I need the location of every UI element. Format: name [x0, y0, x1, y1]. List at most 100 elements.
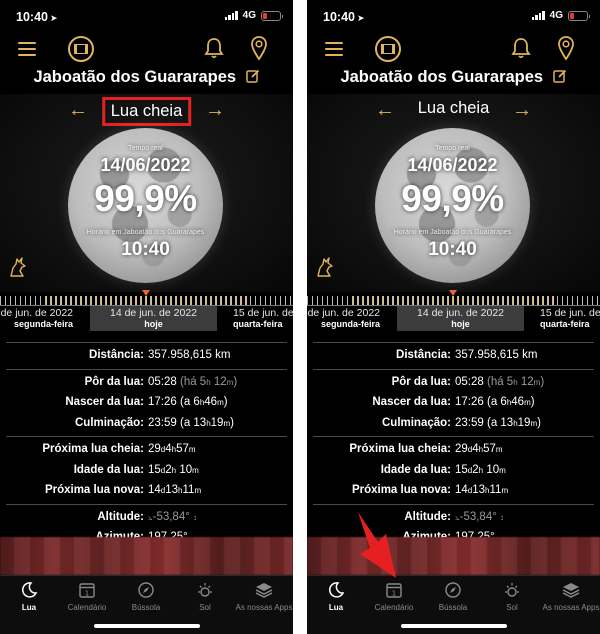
- menu-icon[interactable]: [325, 42, 343, 56]
- divider: [6, 342, 287, 343]
- menu-icon[interactable]: [18, 42, 36, 56]
- red-pointer-arrow-icon: [356, 510, 398, 585]
- next-arrow-icon[interactable]: →: [512, 100, 532, 120]
- tab-label: Sol: [506, 603, 518, 612]
- timeline-ticks-highlight: [46, 296, 251, 305]
- sun-icon: [483, 580, 541, 600]
- tab-our-apps[interactable]: As nossas Apps: [235, 580, 293, 612]
- tab-sun[interactable]: Sol: [176, 580, 234, 612]
- status-time: 10:40 ➤: [323, 10, 365, 24]
- culmination-value: 23:59 (a 13h19m): [455, 416, 541, 429]
- timeline-marker-icon: [142, 290, 150, 296]
- moonrise-label: Nascer da lua:: [65, 396, 144, 409]
- location-arrow-icon: ➤: [356, 13, 365, 23]
- timezone-label: Horário em Jaboatão dos Guararapes: [86, 229, 205, 236]
- culmination-row: Culminação: 23:59 (a 13h19m): [6, 413, 287, 434]
- layers-icon: [542, 580, 600, 600]
- tab-compass[interactable]: Bússola: [424, 580, 482, 612]
- top-navigation: [307, 34, 600, 64]
- moon-phase-panel: ← Lua cheia → Tempo real 14/06/2022 99,9…: [307, 94, 600, 292]
- moonrise-label: Nascer da lua:: [372, 396, 451, 409]
- wolf-howl-icon[interactable]: [315, 254, 335, 283]
- location-pin-icon[interactable]: [557, 35, 575, 66]
- tab-calendar[interactable]: 1 Calendário: [58, 580, 116, 612]
- layers-icon: [235, 580, 293, 600]
- advertisement-banner[interactable]: [307, 537, 600, 575]
- distance-value: 357.958,615 km: [455, 349, 538, 362]
- current-day[interactable]: 14 de jun. de 2022 hoje: [90, 306, 217, 331]
- culmination-label: Culminação:: [74, 416, 144, 429]
- wolf-howl-icon[interactable]: [8, 254, 28, 283]
- film-calendar-icon[interactable]: [68, 36, 94, 62]
- city-header[interactable]: Jaboatão dos Guararapes: [0, 68, 293, 90]
- previous-arrow-icon[interactable]: ←: [68, 100, 88, 120]
- timeline-marker-icon: [449, 290, 457, 296]
- edit-icon[interactable]: [552, 69, 567, 88]
- divider: [313, 368, 594, 370]
- network-label: 4G: [549, 10, 563, 21]
- previous-arrow-icon[interactable]: ←: [375, 100, 395, 120]
- edit-icon[interactable]: [245, 69, 260, 88]
- tab-label: As nossas Apps: [542, 603, 600, 612]
- status-right: 4G: [531, 10, 590, 21]
- film-calendar-icon[interactable]: [375, 36, 401, 62]
- timeline-ticks-highlight: [353, 296, 558, 305]
- svg-text:1: 1: [85, 590, 89, 598]
- altitude-value: ⦣-53,84° ↕: [455, 510, 505, 523]
- previous-day-date: 13 de jun. de 2022: [0, 307, 73, 319]
- moonset-value: 05:28 (há 5h 12m): [148, 375, 238, 388]
- status-right: 4G: [224, 10, 283, 21]
- next-full-moon-label: Próxima lua cheia:: [42, 443, 144, 456]
- status-bar: 10:40 ➤ 4G: [0, 0, 293, 34]
- phase-name: Lua cheia: [101, 97, 192, 126]
- current-day[interactable]: 14 de jun. de 2022 hoje: [397, 306, 524, 331]
- previous-day-weekday: segunda-feira: [320, 319, 380, 329]
- advertisement-banner[interactable]: [0, 537, 293, 575]
- moon-age-value: 15d2h 10m: [148, 463, 199, 476]
- tab-sun[interactable]: Sol: [483, 580, 541, 612]
- next-new-moon-row: Próxima lua nova: 14d13h11m: [6, 480, 287, 501]
- next-day[interactable]: 15 de jun. de 2022 quarta-feira: [233, 307, 293, 329]
- battery-icon: [568, 10, 590, 21]
- next-new-moon-value: 14d13h11m: [455, 484, 509, 497]
- bell-icon[interactable]: [204, 37, 224, 64]
- distance-row: Distância: 357.958,615 km: [6, 345, 287, 366]
- signal-icon: [224, 11, 238, 20]
- city-title[interactable]: Jaboatão dos Guararapes: [33, 68, 236, 86]
- calendar-icon: 1: [58, 580, 116, 600]
- realtime-label: Tempo real: [128, 145, 163, 152]
- illumination-percent: 99,9%: [401, 178, 504, 219]
- distance-value: 357.958,615 km: [148, 349, 231, 362]
- next-full-moon-row: Próxima lua cheia: 29d4h57m: [313, 439, 594, 460]
- next-full-moon-value: 29d4h57m: [455, 443, 503, 456]
- compass-icon: [117, 580, 175, 600]
- tab-our-apps[interactable]: As nossas Apps: [542, 580, 600, 612]
- phone-screen-right: 10:40 ➤ 4G Jaboatão dos Guararapes ← Lua …: [307, 0, 600, 634]
- next-arrow-icon[interactable]: →: [205, 100, 225, 120]
- network-label: 4G: [242, 10, 256, 21]
- city-title[interactable]: Jaboatão dos Guararapes: [340, 68, 543, 86]
- location-pin-icon[interactable]: [250, 35, 268, 66]
- city-header[interactable]: Jaboatão dos Guararapes: [307, 68, 600, 90]
- next-new-moon-label: Próxima lua nova:: [44, 484, 144, 497]
- moon-time: 10:40: [428, 239, 477, 260]
- current-day-date: 14 de jun. de 2022: [417, 307, 504, 319]
- phase-name: Lua cheia: [417, 99, 490, 117]
- tab-compass[interactable]: Bússola: [117, 580, 175, 612]
- tab-label: Calendário: [374, 603, 414, 612]
- next-day[interactable]: 15 de jun. de 2022 quarta-feira: [540, 307, 600, 329]
- tab-moon[interactable]: Lua: [0, 580, 58, 612]
- location-arrow-icon: ➤: [49, 13, 58, 23]
- tab-label: Lua: [328, 603, 344, 612]
- tab-label: Bússola: [438, 603, 468, 612]
- previous-day[interactable]: 13 de jun. de 2022 segunda-feira: [307, 307, 380, 329]
- previous-day[interactable]: 13 de jun. de 2022 segunda-feira: [0, 307, 73, 329]
- moon-date: 14/06/2022: [100, 155, 191, 175]
- next-full-moon-label: Próxima lua cheia:: [349, 443, 451, 456]
- divider: [313, 342, 594, 343]
- current-day-label: hoje: [144, 319, 163, 329]
- moon-age-value: 15d2h 10m: [455, 463, 506, 476]
- moon-age-label: Idade da lua:: [380, 463, 451, 476]
- bell-icon[interactable]: [511, 37, 531, 64]
- previous-day-weekday: segunda-feira: [13, 319, 73, 329]
